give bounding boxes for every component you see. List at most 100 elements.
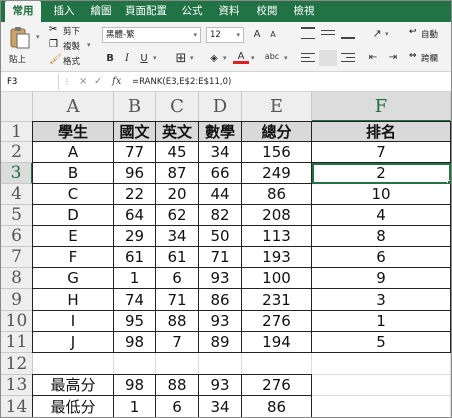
cell-f1[interactable]: 排名 (312, 121, 451, 142)
cell-d11[interactable]: 89 (199, 332, 242, 353)
align-right-icon[interactable] (341, 52, 355, 64)
cell-c4[interactable]: 20 (156, 184, 199, 205)
cell-b5[interactable]: 64 (114, 205, 156, 226)
phonetic-dropdown-icon[interactable]: ▾ (284, 54, 288, 62)
fill-color-icon[interactable]: ◈ (206, 51, 222, 66)
cell-a1[interactable]: 學生 (32, 121, 114, 142)
name-box-dropdown-icon[interactable]: ⋮ (63, 74, 71, 90)
cell-e13[interactable]: 276 (242, 374, 312, 396)
cell-b8[interactable]: 1 (114, 268, 156, 289)
row-header-8[interactable]: 8 (1, 268, 33, 289)
tab-6[interactable]: 資料 (213, 1, 245, 22)
cell-b4[interactable]: 22 (114, 184, 156, 205)
italic-button[interactable]: I (119, 51, 135, 66)
cell-d12[interactable] (199, 353, 242, 375)
cell-b1[interactable]: 國文 (114, 121, 156, 142)
cell-f6[interactable]: 8 (312, 226, 451, 247)
cell-e12[interactable] (242, 353, 312, 375)
cell-d3[interactable]: 66 (199, 163, 242, 184)
cell-d8[interactable]: 93 (199, 268, 242, 289)
cell-d10[interactable]: 93 (199, 311, 242, 332)
cell-f5[interactable]: 4 (312, 205, 451, 226)
row-header-10[interactable]: 10 (1, 311, 33, 332)
cell-a10[interactable]: I (32, 311, 114, 332)
cell-a7[interactable]: F (32, 247, 114, 268)
cell-c9[interactable]: 71 (156, 289, 199, 311)
cell-f3[interactable]: 2 (312, 163, 451, 184)
cell-c12[interactable] (156, 353, 199, 375)
cell-c11[interactable]: 7 (156, 332, 199, 353)
fill-dropdown-icon[interactable]: ▾ (223, 54, 227, 62)
tab-8[interactable]: 檢視 (288, 1, 320, 22)
copy-dropdown-icon[interactable]: ▾ (87, 41, 91, 49)
column-header-b[interactable]: B (114, 92, 156, 122)
indent-increase-icon[interactable]: ⇥ (385, 50, 401, 65)
row-header-6[interactable]: 6 (1, 226, 33, 247)
wrap-text-button[interactable]: ↩ 自動 (409, 27, 451, 41)
column-header-a[interactable]: A (33, 92, 114, 122)
cell-c13[interactable]: 88 (156, 374, 199, 396)
cell-d6[interactable]: 50 (199, 226, 242, 247)
cell-d1[interactable]: 數學 (199, 121, 242, 142)
cell-e11[interactable]: 194 (242, 332, 312, 353)
paste-button[interactable]: 貼上 (5, 25, 35, 69)
underline-button[interactable]: U (136, 51, 152, 66)
row-header-9[interactable]: 9 (1, 289, 33, 311)
worksheet-grid[interactable]: A B C D E F 1 2 3 4 5 6 7 8 9 10 11 12 13 14 學生 國文 英文 數學 總分 排名 A 77… (1, 92, 451, 417)
cell-c1[interactable]: 英文 (156, 121, 199, 142)
phonetic-button[interactable]: abc (261, 49, 283, 64)
tab-1[interactable]: 常用 (5, 1, 41, 22)
row-header-2[interactable]: 2 (1, 142, 33, 163)
increase-font-icon[interactable]: A (249, 27, 265, 42)
row-header-5[interactable]: 5 (1, 205, 33, 226)
tab-7[interactable]: 校閱 (251, 1, 283, 22)
cell-c3[interactable]: 87 (156, 163, 199, 184)
cell-f9[interactable]: 3 (312, 289, 451, 311)
cell-d4[interactable]: 44 (199, 184, 242, 205)
cell-c6[interactable]: 34 (156, 226, 199, 247)
row-header-13[interactable]: 13 (1, 375, 33, 396)
borders-icon[interactable]: ⊞ (173, 51, 189, 66)
copy-button[interactable]: ❐ 複製 ▾ (49, 39, 94, 53)
cell-f13[interactable] (312, 375, 451, 396)
row-header-1[interactable]: 1 (1, 122, 33, 142)
align-middle-icon[interactable] (321, 27, 335, 39)
cell-d7[interactable]: 71 (199, 247, 242, 268)
row-header-14[interactable]: 14 (1, 396, 33, 417)
cell-e9[interactable]: 231 (242, 289, 312, 311)
select-all-corner[interactable] (1, 92, 33, 122)
borders-dropdown-icon[interactable]: ▾ (190, 54, 194, 62)
cell-b12[interactable] (114, 353, 156, 375)
cell-c2[interactable]: 45 (156, 142, 199, 163)
align-bottom-icon[interactable] (341, 27, 355, 39)
cell-f14[interactable] (312, 396, 451, 417)
cell-e3[interactable]: 249 (242, 163, 312, 184)
align-center-icon[interactable] (321, 52, 335, 64)
cell-d13[interactable]: 93 (199, 374, 242, 396)
cell-e6[interactable]: 113 (242, 226, 312, 247)
name-box[interactable]: F3 (1, 74, 59, 90)
cut-button[interactable]: ✂ 剪下 (49, 24, 94, 38)
cell-e14[interactable]: 86 (242, 396, 312, 417)
cell-e7[interactable]: 193 (242, 247, 312, 268)
cell-b10[interactable]: 95 (114, 311, 156, 332)
column-header-d[interactable]: D (199, 92, 242, 122)
bold-button[interactable]: B (102, 51, 118, 66)
cell-f7[interactable]: 6 (312, 247, 451, 268)
cell-e8[interactable]: 100 (242, 268, 312, 289)
cell-b2[interactable]: 77 (114, 142, 156, 163)
enter-icon[interactable]: ✓ (94, 74, 102, 90)
cell-b9[interactable]: 74 (114, 289, 156, 311)
cell-e1[interactable]: 總分 (242, 121, 312, 142)
underline-dropdown-icon[interactable]: ▾ (153, 54, 157, 62)
cell-b11[interactable]: 98 (114, 332, 156, 353)
cell-c8[interactable]: 6 (156, 268, 199, 289)
font-color-button[interactable]: A (233, 49, 249, 64)
cell-a12[interactable] (33, 353, 114, 375)
row-header-4[interactable]: 4 (1, 184, 33, 205)
cell-e2[interactable]: 156 (242, 142, 312, 163)
cell-a9[interactable]: H (32, 289, 114, 311)
fx-icon[interactable]: fx (112, 74, 121, 90)
cell-b6[interactable]: 29 (114, 226, 156, 247)
tab-5[interactable]: 公式 (176, 1, 208, 22)
